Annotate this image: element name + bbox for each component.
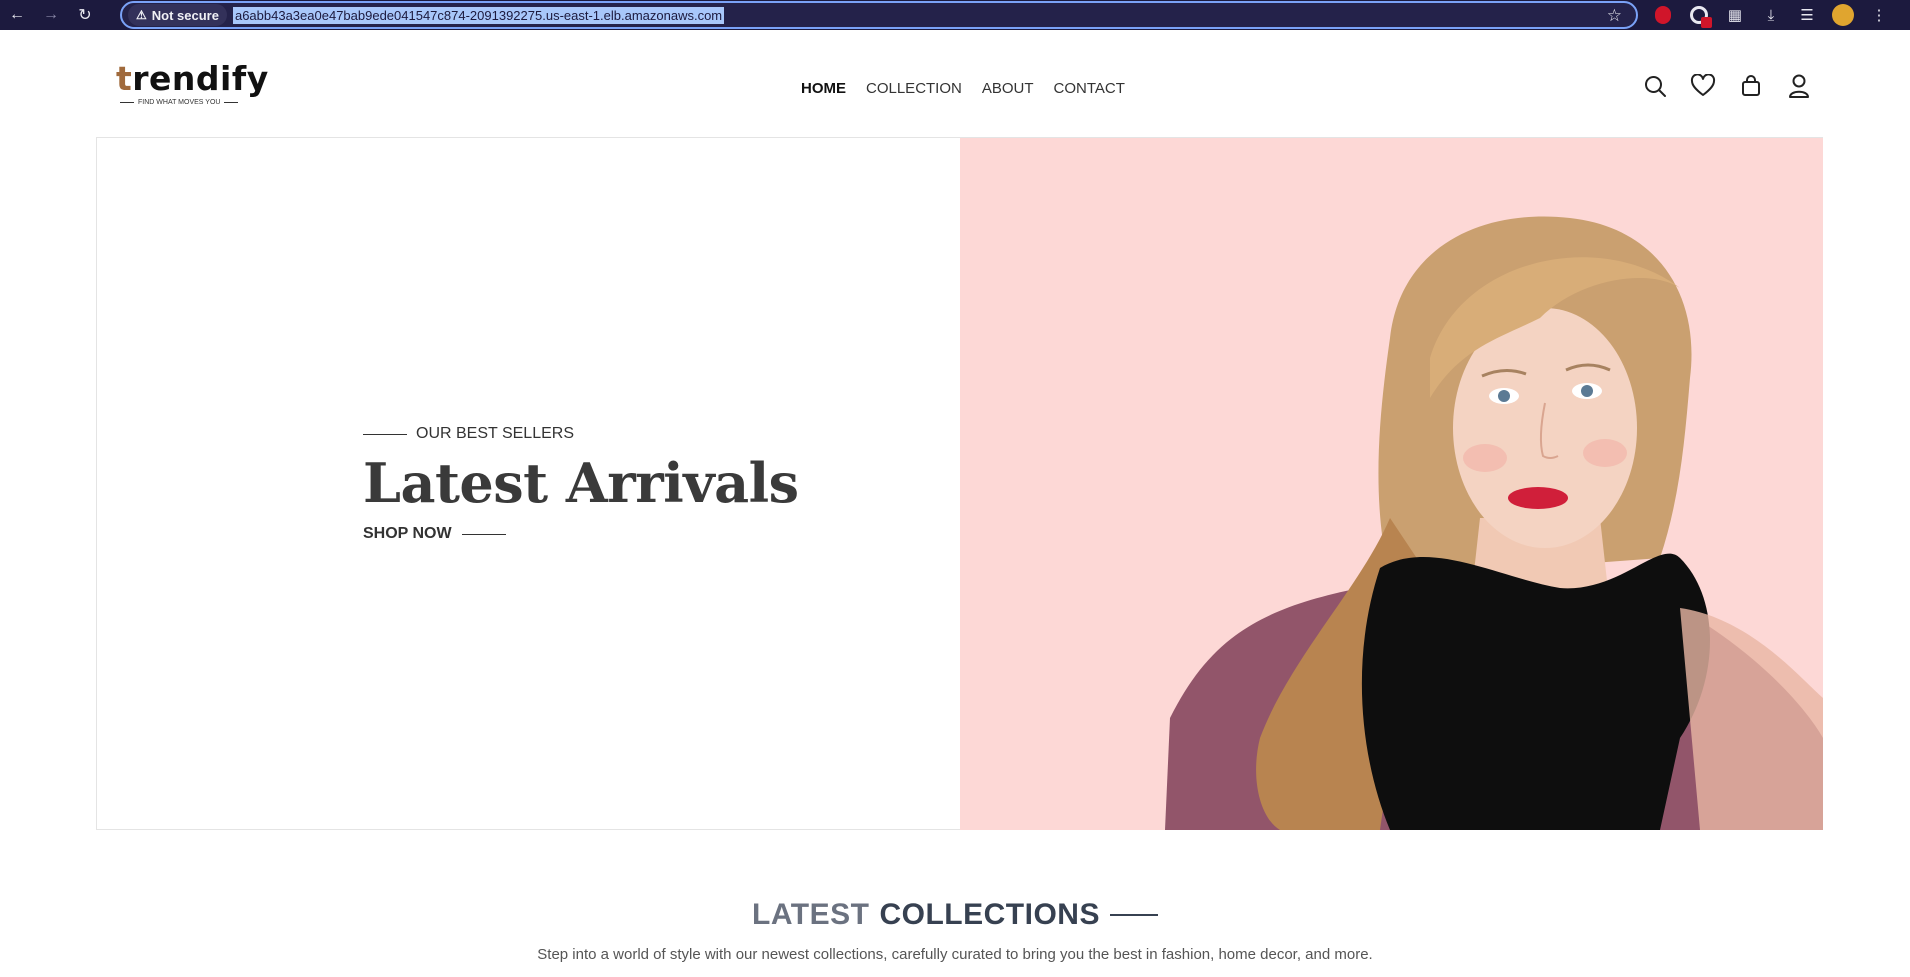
bag-icon[interactable] [1738,73,1764,99]
hero-text: OUR BEST SELLERS Latest Arrivals SHOP NO… [363,425,799,543]
nav-about[interactable]: ABOUT [982,80,1034,97]
url-text[interactable]: a6abb43a3ea0e47bab9ede041547c874-2091392… [232,6,725,24]
header-actions [1642,73,1812,99]
forward-icon[interactable]: → [34,0,68,30]
nav-contact[interactable]: CONTACT [1054,80,1125,97]
puzzle-extensions-icon[interactable]: ▦ [1722,2,1748,28]
main-nav: HOME COLLECTION ABOUT CONTACT [801,80,1125,97]
heart-icon[interactable] [1690,73,1716,99]
media-queue-icon[interactable]: ☰ [1794,2,1820,28]
nav-home[interactable]: HOME [801,80,846,97]
reload-icon[interactable]: ↻ [68,0,102,30]
shop-now-link[interactable]: SHOP NOW [363,525,799,543]
hero-eyebrow: OUR BEST SELLERS [363,425,799,443]
bookmark-star-icon[interactable]: ☆ [1607,6,1622,26]
logo-wordmark: trendify [116,59,269,98]
extension-recorder-icon[interactable] [1686,2,1712,28]
browser-menu-icon[interactable]: ⋮ [1866,2,1892,28]
nav-collection[interactable]: COLLECTION [866,80,962,97]
address-bar[interactable]: ⚠ Not secure a6abb43a3ea0e47bab9ede04154… [120,1,1638,29]
logo-tagline: FIND WHAT MOVES YOU [116,99,269,106]
cta-rule [461,533,506,535]
warning-icon: ⚠ [136,8,147,22]
extensions-tray: ▦ ⤓ ☰ ⋮ [1650,0,1892,30]
search-icon[interactable] [1642,73,1668,99]
title-rule [1109,914,1158,916]
collections-title: LATEST COLLECTIONS [752,898,1158,932]
site-info-chip[interactable]: ⚠ Not secure [128,4,227,26]
browser-toolbar: ← → ↻ ⚠ Not secure a6abb43a3ea0e47bab9ed… [0,0,1910,30]
site-header: trendify FIND WHAT MOVES YOU HOME COLLEC… [0,31,1910,137]
user-icon[interactable] [1786,73,1812,99]
security-label: Not secure [151,7,219,23]
collections-section: LATEST COLLECTIONS Step into a world of … [0,898,1910,963]
collections-subtitle: Step into a world of style with our newe… [537,946,1373,963]
hero-title: Latest Arrivals [363,451,799,515]
back-icon[interactable]: ← [0,0,34,30]
profile-avatar[interactable] [1830,2,1856,28]
download-icon[interactable]: ⤓ [1758,2,1784,28]
hero-section: OUR BEST SELLERS Latest Arrivals SHOP NO… [96,137,1823,830]
extension-red-icon[interactable] [1650,2,1676,28]
brand-logo[interactable]: trendify FIND WHAT MOVES YOU [116,59,269,107]
hero-model-image [960,138,1823,830]
eyebrow-rule [363,433,407,435]
